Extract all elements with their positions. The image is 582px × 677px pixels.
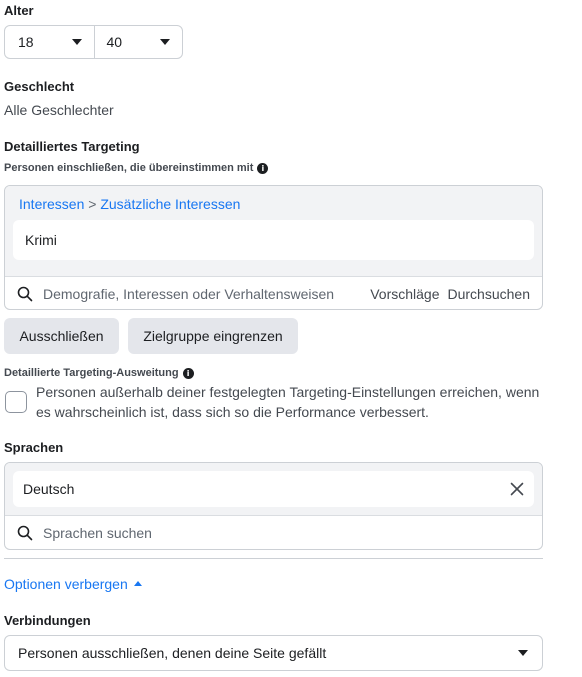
language-search-input[interactable]: Sprachen suchen [43, 525, 530, 541]
suggestions-link[interactable]: Vorschläge [370, 286, 439, 302]
breadcrumb: Interessen > Zusätzliche Interessen [19, 196, 240, 212]
browse-link[interactable]: Durchsuchen [448, 286, 531, 302]
chevron-down-icon [160, 39, 170, 45]
age-min-select[interactable]: 18 [5, 26, 94, 58]
narrow-audience-button[interactable]: Zielgruppe eingrenzen [128, 318, 298, 354]
connections-selected-value: Personen ausschließen, denen deine Seite… [18, 645, 327, 661]
selected-interests-area: Interessen > Zusätzliche Interessen Krim… [5, 186, 542, 277]
expansion-checkbox-label: Personen außerhalb deiner festgelegten T… [36, 384, 540, 420]
gender-value[interactable]: Alle Geschlechter [4, 102, 114, 118]
hide-options-label: Optionen verbergen [4, 576, 128, 592]
selected-language-item: Deutsch [13, 471, 534, 507]
targeting-search-input[interactable]: Demografie, Interessen oder Verhaltenswe… [43, 286, 362, 302]
selected-interest-item[interactable]: Krimi [13, 220, 534, 260]
include-label: Personen einschließen, die übereinstimme… [4, 162, 269, 174]
exclude-button[interactable]: Ausschließen [4, 318, 119, 354]
detailed-targeting-heading: Detailliertes Targeting [4, 139, 140, 154]
age-range-selector: 18 40 [4, 25, 183, 59]
selected-language-label: Deutsch [23, 481, 75, 497]
close-icon[interactable] [510, 482, 524, 496]
detailed-targeting-box: Interessen > Zusätzliche Interessen Krim… [4, 185, 543, 310]
age-heading: Alter [4, 3, 34, 18]
info-icon[interactable]: i [257, 162, 269, 174]
hide-options-link[interactable]: Optionen verbergen [4, 576, 142, 592]
selected-interest-label: Krimi [25, 232, 57, 248]
search-icon [17, 525, 33, 541]
expansion-heading-text: Detaillierte Targeting-Ausweitung [4, 367, 179, 379]
age-min-value: 18 [18, 34, 34, 50]
age-max-value: 40 [106, 34, 123, 50]
languages-heading: Sprachen [4, 440, 64, 455]
info-icon[interactable]: i [182, 367, 194, 379]
breadcrumb-additional-interests[interactable]: Zusätzliche Interessen [100, 196, 240, 212]
selected-languages-area: Deutsch [5, 463, 542, 516]
search-icon [17, 286, 33, 302]
chevron-up-icon [133, 580, 142, 586]
languages-box: Deutsch Sprachen suchen [4, 462, 543, 550]
chevron-down-icon [518, 650, 528, 656]
targeting-search-row[interactable]: Demografie, Interessen oder Verhaltenswe… [5, 277, 542, 309]
include-label-text: Personen einschließen, die übereinstimme… [4, 162, 254, 174]
connections-heading: Verbindungen [4, 613, 91, 628]
language-search-row[interactable]: Sprachen suchen [5, 516, 542, 549]
chevron-down-icon [71, 39, 82, 45]
connections-select[interactable]: Personen ausschließen, denen deine Seite… [4, 635, 543, 671]
divider [4, 558, 543, 559]
expansion-heading: Detaillierte Targeting-Ausweitung i [4, 367, 194, 379]
expansion-checkbox[interactable] [5, 391, 27, 413]
breadcrumb-separator: > [84, 196, 101, 212]
breadcrumb-interests[interactable]: Interessen [19, 196, 84, 212]
age-max-select[interactable]: 40 [93, 26, 183, 58]
gender-heading: Geschlecht [4, 79, 75, 94]
